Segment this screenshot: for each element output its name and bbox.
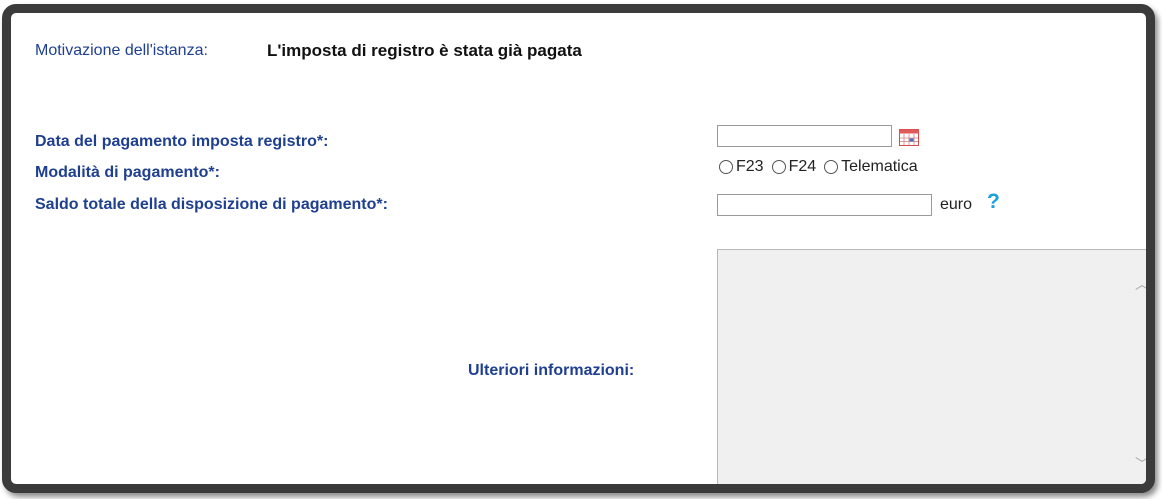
radio-circle[interactable]	[719, 160, 733, 174]
payment-date-input[interactable]	[717, 125, 892, 147]
radio-telematica[interactable]: Telematica	[824, 158, 918, 176]
payment-mode-label: Modalità di pagamento*:	[35, 164, 220, 181]
total-balance-label: Saldo totale della disposizione di pagam…	[35, 196, 388, 213]
radio-f23-label: F23	[736, 158, 764, 175]
scroll-up-icon[interactable]: ︿	[1134, 274, 1146, 292]
help-icon[interactable]: ?	[987, 190, 1000, 214]
scroll-down-icon[interactable]: ﹀	[1134, 454, 1146, 472]
radio-circle[interactable]	[771, 160, 786, 174]
calendar-icon[interactable]	[899, 129, 919, 146]
additional-info-textarea[interactable]: ︿ ﹀	[717, 249, 1146, 484]
radio-f24[interactable]: F24	[771, 158, 817, 176]
payment-date-label: Data del pagamento imposta registro*:	[35, 133, 329, 150]
form-panel: Motivazione dell'istanza: L'imposta di r…	[2, 4, 1155, 493]
total-balance-input[interactable]	[717, 194, 932, 216]
additional-info-label: Ulteriori informazioni:	[468, 362, 635, 379]
motivation-value: L'imposta di registro è stata già pagata	[267, 41, 582, 60]
payment-mode-radio-group: F23 F24 Telematica	[719, 158, 926, 176]
radio-f24-label: F24	[788, 158, 817, 175]
motivation-label: Motivazione dell'istanza:	[35, 42, 208, 59]
radio-f23[interactable]: F23	[719, 158, 764, 176]
radio-circle[interactable]	[824, 160, 839, 174]
radio-telematica-label: Telematica	[841, 158, 918, 175]
currency-unit: euro	[940, 196, 973, 213]
